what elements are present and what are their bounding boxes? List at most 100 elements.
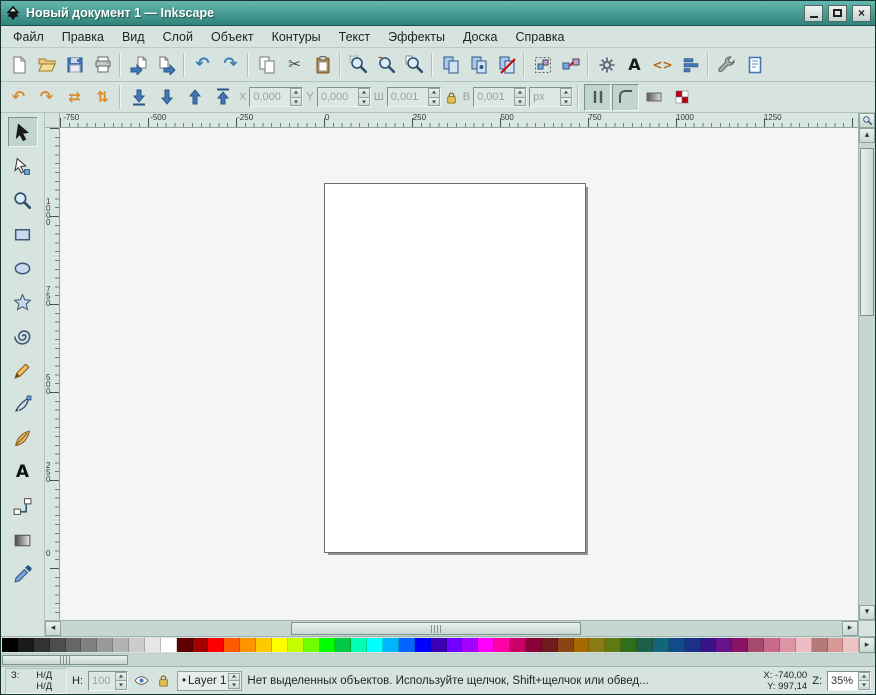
scale-corners-toggle[interactable] xyxy=(612,84,639,111)
redo-button[interactable]: ↷ xyxy=(217,51,244,78)
duplicate-button[interactable] xyxy=(437,51,464,78)
color-swatch[interactable] xyxy=(367,638,383,652)
save-button[interactable] xyxy=(61,51,88,78)
rect-tool-button[interactable] xyxy=(8,219,38,249)
zoom-input[interactable] xyxy=(828,672,858,690)
height-spinner[interactable] xyxy=(514,88,526,106)
width-input[interactable] xyxy=(388,88,428,106)
palette-menu-button[interactable]: ▸ xyxy=(859,637,875,653)
color-swatch[interactable] xyxy=(399,638,415,652)
gradient-tool-button[interactable] xyxy=(8,525,38,555)
color-swatch[interactable] xyxy=(526,638,542,652)
scroll-up-button[interactable]: ▴ xyxy=(859,128,875,143)
color-swatch[interactable] xyxy=(34,638,50,652)
color-swatch[interactable] xyxy=(669,638,685,652)
lock-ratio-toggle[interactable] xyxy=(443,89,460,106)
ungroup-button[interactable] xyxy=(557,51,584,78)
preferences-button[interactable] xyxy=(713,51,740,78)
color-swatch[interactable] xyxy=(462,638,478,652)
ellipse-tool-button[interactable] xyxy=(8,253,38,283)
raise-button[interactable] xyxy=(181,84,208,111)
menu-file[interactable]: Файл xyxy=(4,26,53,47)
menu-layer[interactable]: Слой xyxy=(154,26,202,47)
print-button[interactable] xyxy=(89,51,116,78)
layer-lock-toggle[interactable] xyxy=(155,672,172,689)
color-swatch[interactable] xyxy=(66,638,82,652)
fill-stroke-indicator[interactable]: З: Н/Д Н/Д xyxy=(5,668,67,694)
vertical-scroll-thumb[interactable] xyxy=(860,148,874,316)
connector-tool-button[interactable] xyxy=(8,491,38,521)
pencil-tool-button[interactable] xyxy=(8,355,38,385)
color-swatch[interactable] xyxy=(50,638,66,652)
color-swatch[interactable] xyxy=(177,638,193,652)
opacity-input[interactable] xyxy=(89,672,115,690)
pen-tool-button[interactable] xyxy=(8,389,38,419)
color-swatch[interactable] xyxy=(621,638,637,652)
star-tool-button[interactable] xyxy=(8,287,38,317)
lower-button[interactable] xyxy=(153,84,180,111)
color-swatch[interactable] xyxy=(605,638,621,652)
import-button[interactable] xyxy=(125,51,152,78)
flip-horizontal-button[interactable]: ⇄ xyxy=(61,84,88,111)
color-swatch[interactable] xyxy=(589,638,605,652)
zoom-page-button[interactable] xyxy=(401,51,428,78)
horizontal-scroll-track[interactable] xyxy=(61,621,842,636)
zoom-drawing-button[interactable] xyxy=(373,51,400,78)
color-swatch[interactable] xyxy=(748,638,764,652)
color-swatch[interactable] xyxy=(431,638,447,652)
color-swatch[interactable] xyxy=(351,638,367,652)
color-swatch[interactable] xyxy=(653,638,669,652)
group-button[interactable] xyxy=(529,51,556,78)
color-swatch[interactable] xyxy=(796,638,812,652)
text-and-font-button[interactable]: A xyxy=(621,51,648,78)
color-swatch[interactable] xyxy=(812,638,828,652)
horizontal-scroll-thumb[interactable] xyxy=(291,622,581,635)
text-tool-button[interactable]: A xyxy=(8,457,38,487)
scroll-right-button[interactable]: ▸ xyxy=(842,621,858,636)
color-swatch[interactable] xyxy=(494,638,510,652)
move-patterns-toggle[interactable] xyxy=(668,84,695,111)
color-swatch[interactable] xyxy=(193,638,209,652)
scroll-left-button[interactable]: ◂ xyxy=(45,621,61,636)
color-swatch[interactable] xyxy=(828,638,844,652)
unlink-clone-button[interactable] xyxy=(493,51,520,78)
open-button[interactable] xyxy=(33,51,60,78)
menu-object[interactable]: Объект xyxy=(202,26,263,47)
color-swatch[interactable] xyxy=(272,638,288,652)
color-swatch[interactable] xyxy=(320,638,336,652)
object-properties-button[interactable] xyxy=(593,51,620,78)
color-swatch[interactable] xyxy=(288,638,304,652)
zoom-corner-button[interactable] xyxy=(859,113,875,128)
clone-button[interactable] xyxy=(465,51,492,78)
color-swatch[interactable] xyxy=(383,638,399,652)
color-swatch[interactable] xyxy=(129,638,145,652)
cut-button[interactable]: ✂ xyxy=(281,51,308,78)
color-swatch[interactable] xyxy=(701,638,717,652)
maximize-button[interactable] xyxy=(828,5,847,22)
paste-button[interactable] xyxy=(309,51,336,78)
copy-button[interactable] xyxy=(253,51,280,78)
color-swatch[interactable] xyxy=(685,638,701,652)
unit-combo[interactable] xyxy=(529,87,573,107)
color-swatch[interactable] xyxy=(843,638,859,652)
vertical-scrollbar[interactable]: ▴ ▾ xyxy=(858,113,875,636)
lower-bottom-button[interactable] xyxy=(125,84,152,111)
layer-combo-arrows[interactable] xyxy=(228,673,240,689)
horizontal-ruler[interactable]: -750-500-250025050075010001250 xyxy=(60,113,858,128)
color-swatch[interactable] xyxy=(637,638,653,652)
color-swatch[interactable] xyxy=(224,638,240,652)
color-swatch[interactable] xyxy=(510,638,526,652)
color-swatch[interactable] xyxy=(732,638,748,652)
color-swatch[interactable] xyxy=(2,638,18,652)
node-tool-button[interactable] xyxy=(8,151,38,181)
menu-effects[interactable]: Эффекты xyxy=(379,26,454,47)
x-input[interactable] xyxy=(250,88,290,106)
color-swatch[interactable] xyxy=(208,638,224,652)
move-gradients-toggle[interactable] xyxy=(640,84,667,111)
color-swatch[interactable] xyxy=(304,638,320,652)
color-swatch[interactable] xyxy=(542,638,558,652)
minimize-button[interactable] xyxy=(804,5,823,22)
menu-path[interactable]: Контуры xyxy=(263,26,330,47)
color-swatch[interactable] xyxy=(574,638,590,652)
unit-input[interactable] xyxy=(530,88,560,106)
